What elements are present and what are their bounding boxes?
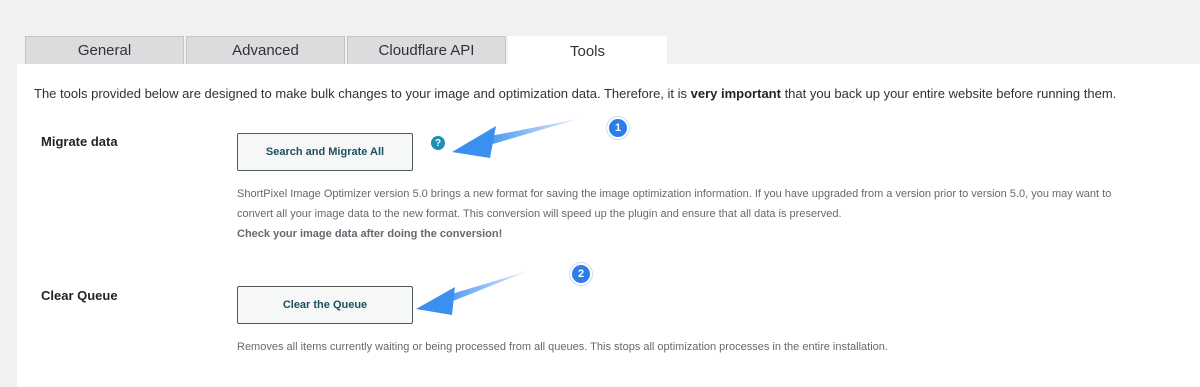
clear-the-queue-button[interactable]: Clear the Queue — [237, 286, 413, 324]
intro-emphasis: very important — [690, 86, 781, 101]
intro-before: The tools provided below are designed to… — [34, 86, 691, 101]
queue-description: Removes all items currently waiting or b… — [237, 341, 888, 353]
migrate-description-line2: convert all your image data to the new f… — [237, 208, 842, 220]
search-and-migrate-button[interactable]: Search and Migrate All — [237, 133, 413, 171]
migrate-description-warning: Check your image data after doing the co… — [237, 228, 503, 240]
tools-panel: The tools provided below are designed to… — [17, 64, 1200, 387]
migrate-description-line1: ShortPixel Image Optimizer version 5.0 b… — [237, 188, 1112, 200]
annotation-badge-1: 1 — [607, 117, 629, 139]
migrate-data-label: Migrate data — [41, 134, 118, 149]
settings-tabs: General Advanced Cloudflare API Tools — [25, 36, 669, 65]
clear-queue-label: Clear Queue — [41, 288, 118, 303]
tab-cloudflare-api[interactable]: Cloudflare API — [347, 36, 506, 64]
tab-advanced[interactable]: Advanced — [186, 36, 345, 64]
migrate-description: ShortPixel Image Optimizer version 5.0 b… — [237, 184, 1177, 244]
annotation-badge-2: 2 — [570, 263, 592, 285]
intro-text: The tools provided below are designed to… — [34, 86, 1116, 101]
tab-tools[interactable]: Tools — [508, 36, 667, 65]
intro-after: that you back up your entire website bef… — [780, 86, 1117, 101]
tab-general[interactable]: General — [25, 36, 184, 64]
help-icon[interactable]: ? — [431, 136, 445, 150]
